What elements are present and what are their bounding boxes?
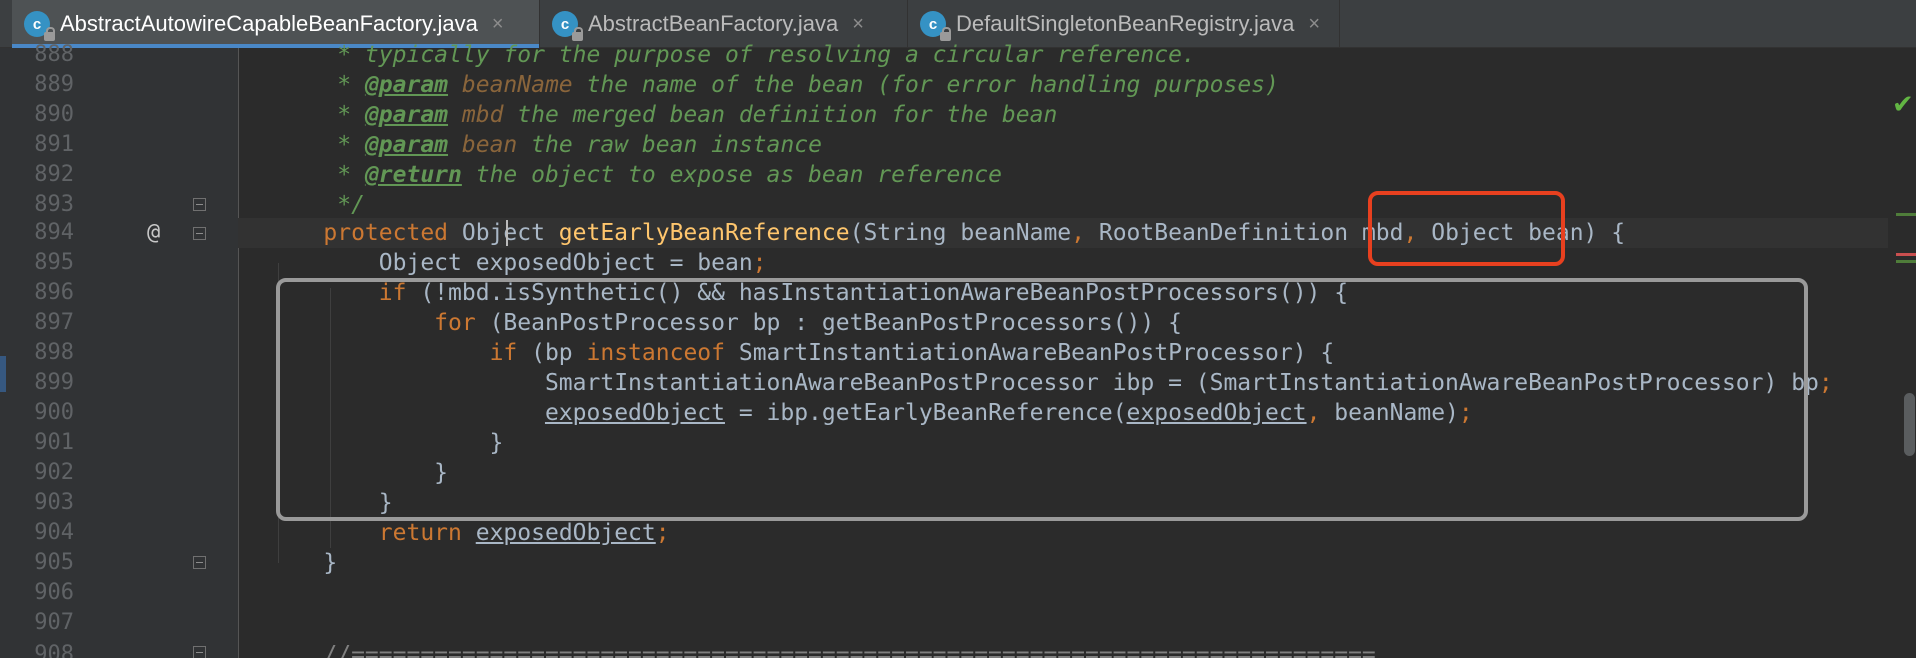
error-stripe-marker[interactable] <box>1896 253 1916 256</box>
fold-collapse-icon[interactable] <box>193 556 206 569</box>
close-icon[interactable]: × <box>1308 13 1320 36</box>
line-number: 896 <box>34 280 74 305</box>
line-number: 902 <box>34 460 74 485</box>
method-name: getEarlyBeanReference <box>558 220 850 246</box>
code-line-895[interactable]: 895 Object exposedObject = bean; <box>0 248 1880 278</box>
line-number: 898 <box>34 340 74 365</box>
line-comment: //======================================… <box>268 642 1376 658</box>
javadoc-tag: @param <box>364 102 449 128</box>
fold-collapse-icon[interactable] <box>193 198 206 211</box>
line-number: 908 <box>34 642 74 658</box>
class-icon: c <box>552 11 583 41</box>
close-icon[interactable]: × <box>852 13 864 36</box>
override-marker-icon[interactable]: @ <box>147 218 160 248</box>
variable: exposedObject <box>475 520 656 546</box>
doc-comment: * @param beanName the name of the bean (… <box>268 72 1279 98</box>
line-number: 892 <box>34 162 74 187</box>
code-line-893[interactable]: 893 */ <box>0 190 1880 220</box>
code-line-894[interactable]: 894 protected Object getEarlyBeanReferen… <box>0 218 1880 248</box>
tab-label: AbstractBeanFactory.java <box>588 11 839 36</box>
bean-parameter-highlight <box>1368 191 1565 266</box>
line-number: 895 <box>34 250 74 275</box>
inspection-ok-icon[interactable]: ✔ <box>1892 90 1914 120</box>
line-number: 889 <box>34 72 74 97</box>
javadoc-tag: @return <box>364 162 462 188</box>
javadoc-tag: @param <box>364 132 449 158</box>
fold-collapse-icon[interactable] <box>193 227 206 240</box>
line-number: 890 <box>34 102 74 127</box>
variable: exposedObject <box>475 250 656 276</box>
code-line-890[interactable]: 890 * @param mbd the merged bean definit… <box>0 100 1880 130</box>
fold-collapse-icon[interactable] <box>193 646 206 658</box>
line-number: 888 <box>34 42 74 67</box>
param-name: mbd <box>448 102 504 128</box>
vertical-scrollbar-thumb[interactable] <box>1904 393 1915 456</box>
doc-comment: * @return the object to expose as bean r… <box>268 162 1002 188</box>
post-processor-block-highlight <box>276 278 1808 521</box>
keyword: protected <box>323 220 449 246</box>
class-icon: c <box>24 11 55 41</box>
line-number: 907 <box>34 610 74 635</box>
line-number: 906 <box>34 580 74 605</box>
tab-label: AbstractAutowireCapableBeanFactory.java <box>60 11 478 36</box>
error-stripe-marker[interactable] <box>1896 260 1916 263</box>
code-text: return exposedObject; <box>378 520 670 546</box>
code-line-908[interactable]: 908 //==================================… <box>0 640 1880 658</box>
keyword: return <box>378 520 462 546</box>
code-text: Object exposedObject = bean; <box>378 250 767 276</box>
doc-comment: * @param bean the raw bean instance <box>268 132 822 158</box>
line-number: 894 <box>34 220 74 245</box>
line-number: 897 <box>34 310 74 335</box>
code-editor[interactable]: 888 * typically for the purpose of resol… <box>0 42 1916 658</box>
line-number: 893 <box>34 192 74 217</box>
doc-comment: * typically for the purpose of resolving… <box>268 42 1196 68</box>
error-stripe-marker[interactable] <box>1896 213 1916 216</box>
line-number: 900 <box>34 400 74 425</box>
code-line-905[interactable]: 905 } <box>0 548 1880 578</box>
line-number: 899 <box>34 370 74 395</box>
line-number: 891 <box>34 132 74 157</box>
code-line-907[interactable]: 907 <box>0 608 1880 638</box>
line-number: 904 <box>34 520 74 545</box>
code-line-892[interactable]: 892 * @return the object to expose as be… <box>0 160 1880 190</box>
code-line-888[interactable]: 888 * typically for the purpose of resol… <box>0 40 1880 70</box>
text-caret <box>506 220 508 246</box>
close-icon[interactable]: × <box>492 13 504 36</box>
line-number: 905 <box>34 550 74 575</box>
code-line-906[interactable]: 906 <box>0 578 1880 608</box>
tab-label: DefaultSingletonBeanRegistry.java <box>956 11 1295 36</box>
code-text: } <box>268 550 338 576</box>
param-name: beanName <box>448 72 573 98</box>
doc-comment: */ <box>268 192 365 218</box>
line-number: 903 <box>34 490 74 515</box>
class-icon: c <box>920 11 951 41</box>
line-number: 901 <box>34 430 74 455</box>
doc-comment: * @param mbd the merged bean definition … <box>268 102 1058 128</box>
param-name: bean <box>448 132 518 158</box>
code-line-889[interactable]: 889 * @param beanName the name of the be… <box>0 70 1880 100</box>
code-line-891[interactable]: 891 * @param bean the raw bean instance <box>0 130 1880 160</box>
code-line-904[interactable]: 904 return exposedObject; <box>0 518 1880 548</box>
javadoc-tag: @param <box>364 72 449 98</box>
